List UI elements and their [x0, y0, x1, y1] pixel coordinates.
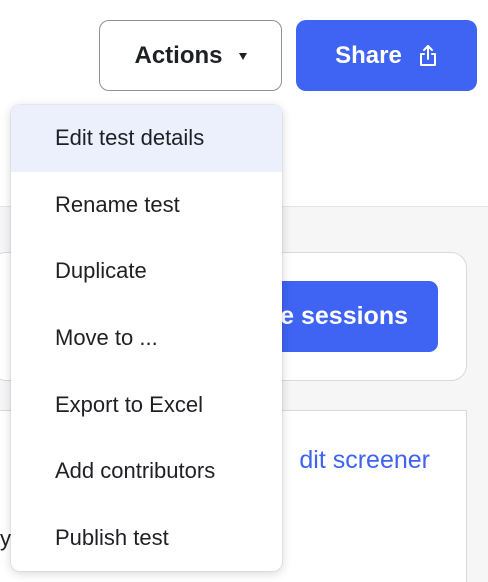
menu-item-publish-test[interactable]: Publish test [11, 505, 282, 571]
actions-button-label: Actions [134, 41, 223, 69]
menu-item-duplicate[interactable]: Duplicate [11, 238, 282, 305]
actions-button[interactable]: Actions [99, 20, 282, 91]
menu-item-export-to-excel[interactable]: Export to Excel [11, 371, 282, 438]
menu-item-move-to[interactable]: Move to ... [11, 305, 282, 372]
caret-down-icon [238, 53, 247, 60]
share-upload-icon [419, 44, 436, 66]
background-text-fragment: y [0, 526, 11, 551]
menu-item-edit-test-details[interactable]: Edit test details [11, 105, 282, 172]
menu-item-add-contributors[interactable]: Add contributors [11, 438, 282, 505]
menu-item-rename-test[interactable]: Rename test [11, 172, 282, 239]
share-button-label: Share [335, 41, 402, 69]
share-button[interactable]: Share [296, 20, 477, 91]
actions-dropdown-menu: Edit test details Rename test Duplicate … [11, 105, 282, 571]
sessions-button-label: e sessions [280, 302, 408, 330]
